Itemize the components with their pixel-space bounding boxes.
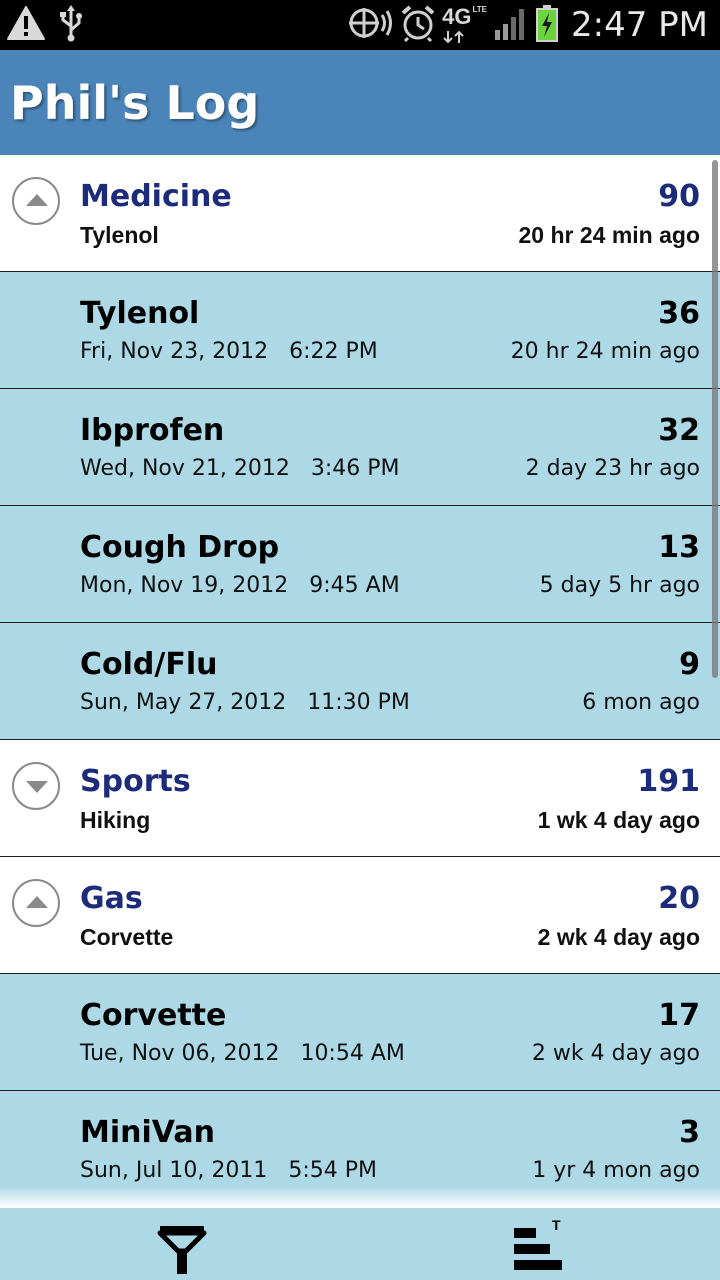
list-item[interactable]: Tylenol 36 Fri, Nov 23, 2012 6:22 PM 20 … [0,272,720,389]
item-last-date: Sun, May 27, 2012 11:30 PM [80,690,410,715]
item-last-date: Mon, Nov 19, 2012 9:45 AM [80,573,400,598]
item-time-ago: 1 yr 4 mon ago [532,1158,700,1183]
expand-toggle[interactable] [12,762,60,810]
item-count: 3 [679,1115,700,1150]
group-time-ago: 1 wk 4 day ago [537,807,700,833]
group-latest-entry: Tylenol [80,222,159,248]
collapse-toggle[interactable] [12,177,60,225]
group-count: 20 [658,881,700,916]
group-row-sports[interactable]: Sports 191 Hiking 1 wk 4 day ago [0,740,720,857]
item-title: Tylenol [80,296,200,331]
status-right-icons: 4GLTE 2:47 PM [344,4,708,46]
triangle-up-icon [26,194,48,206]
group-row-medicine[interactable]: Medicine 90 Tylenol 20 hr 24 min ago [0,155,720,272]
item-count: 9 [679,647,700,682]
item-title: Ibprofen [80,413,225,448]
status-time: 2:47 PM [571,5,708,45]
item-title: Cough Drop [80,530,280,565]
group-title: Medicine [80,179,232,214]
item-count: 36 [658,296,700,331]
item-time-ago: 2 day 23 hr ago [525,456,700,481]
group-count: 90 [658,179,700,214]
group-title: Sports [80,764,191,799]
item-count: 13 [658,530,700,565]
status-left-icons [6,4,84,46]
signal-icon [493,6,529,44]
item-count: 32 [658,413,700,448]
network-subtype-label: LTE [472,5,487,14]
filter-button[interactable] [142,1216,222,1276]
group-title: Gas [80,881,143,916]
list-item[interactable]: Cough Drop 13 Mon, Nov 19, 2012 9:45 AM … [0,506,720,623]
sort-button[interactable]: T [504,1216,584,1276]
log-list[interactable]: Medicine 90 Tylenol 20 hr 24 min ago Tyl… [0,155,720,1208]
item-last-date: Tue, Nov 06, 2012 10:54 AM [80,1041,405,1066]
list-fade-edge [0,1186,720,1208]
filter-icon [157,1226,207,1274]
network-type-label: 4G [442,4,472,29]
page-title: Phil's Log [10,76,260,130]
item-title: MiniVan [80,1115,215,1150]
list-item[interactable]: Corvette 17 Tue, Nov 06, 2012 10:54 AM 2… [0,974,720,1091]
item-last-date: Sun, Jul 10, 2011 5:54 PM [80,1158,377,1183]
triangle-down-icon [26,781,48,793]
rotate-icon [344,5,394,45]
triangle-up-icon [26,896,48,908]
network-4g-lte-icon: 4GLTE [442,6,487,44]
sort-icon: T [514,1217,562,1270]
collapse-toggle[interactable] [12,879,60,927]
group-row-gas[interactable]: Gas 20 Corvette 2 wk 4 day ago [0,857,720,974]
app-header: Phil's Log [0,50,720,155]
group-count: 191 [637,764,700,799]
list-item[interactable]: Ibprofen 32 Wed, Nov 21, 2012 3:46 PM 2 … [0,389,720,506]
group-time-ago: 2 wk 4 day ago [537,924,700,950]
item-time-ago: 2 wk 4 day ago [531,1041,700,1066]
item-last-date: Fri, Nov 23, 2012 6:22 PM [80,339,378,364]
list-item[interactable]: Cold/Flu 9 Sun, May 27, 2012 11:30 PM 6 … [0,623,720,740]
item-time-ago: 20 hr 24 min ago [510,339,700,364]
sort-badge-label: T [552,1217,561,1233]
group-time-ago: 20 hr 24 min ago [518,222,700,248]
group-latest-entry: Hiking [80,807,151,833]
item-count: 17 [658,998,700,1033]
item-last-date: Wed, Nov 21, 2012 3:46 PM [80,456,400,481]
item-time-ago: 6 mon ago [582,690,700,715]
bottom-action-bar: T [0,1208,720,1280]
status-bar: 4GLTE 2:47 PM [0,0,720,50]
group-latest-entry: Corvette [80,924,174,950]
item-time-ago: 5 day 5 hr ago [539,573,700,598]
usb-icon [58,4,84,46]
warning-icon [6,5,46,45]
list-scrollbar[interactable] [712,160,718,678]
item-title: Corvette [80,998,227,1033]
item-title: Cold/Flu [80,647,218,682]
battery-charging-icon [535,4,559,46]
alarm-icon [400,4,436,46]
